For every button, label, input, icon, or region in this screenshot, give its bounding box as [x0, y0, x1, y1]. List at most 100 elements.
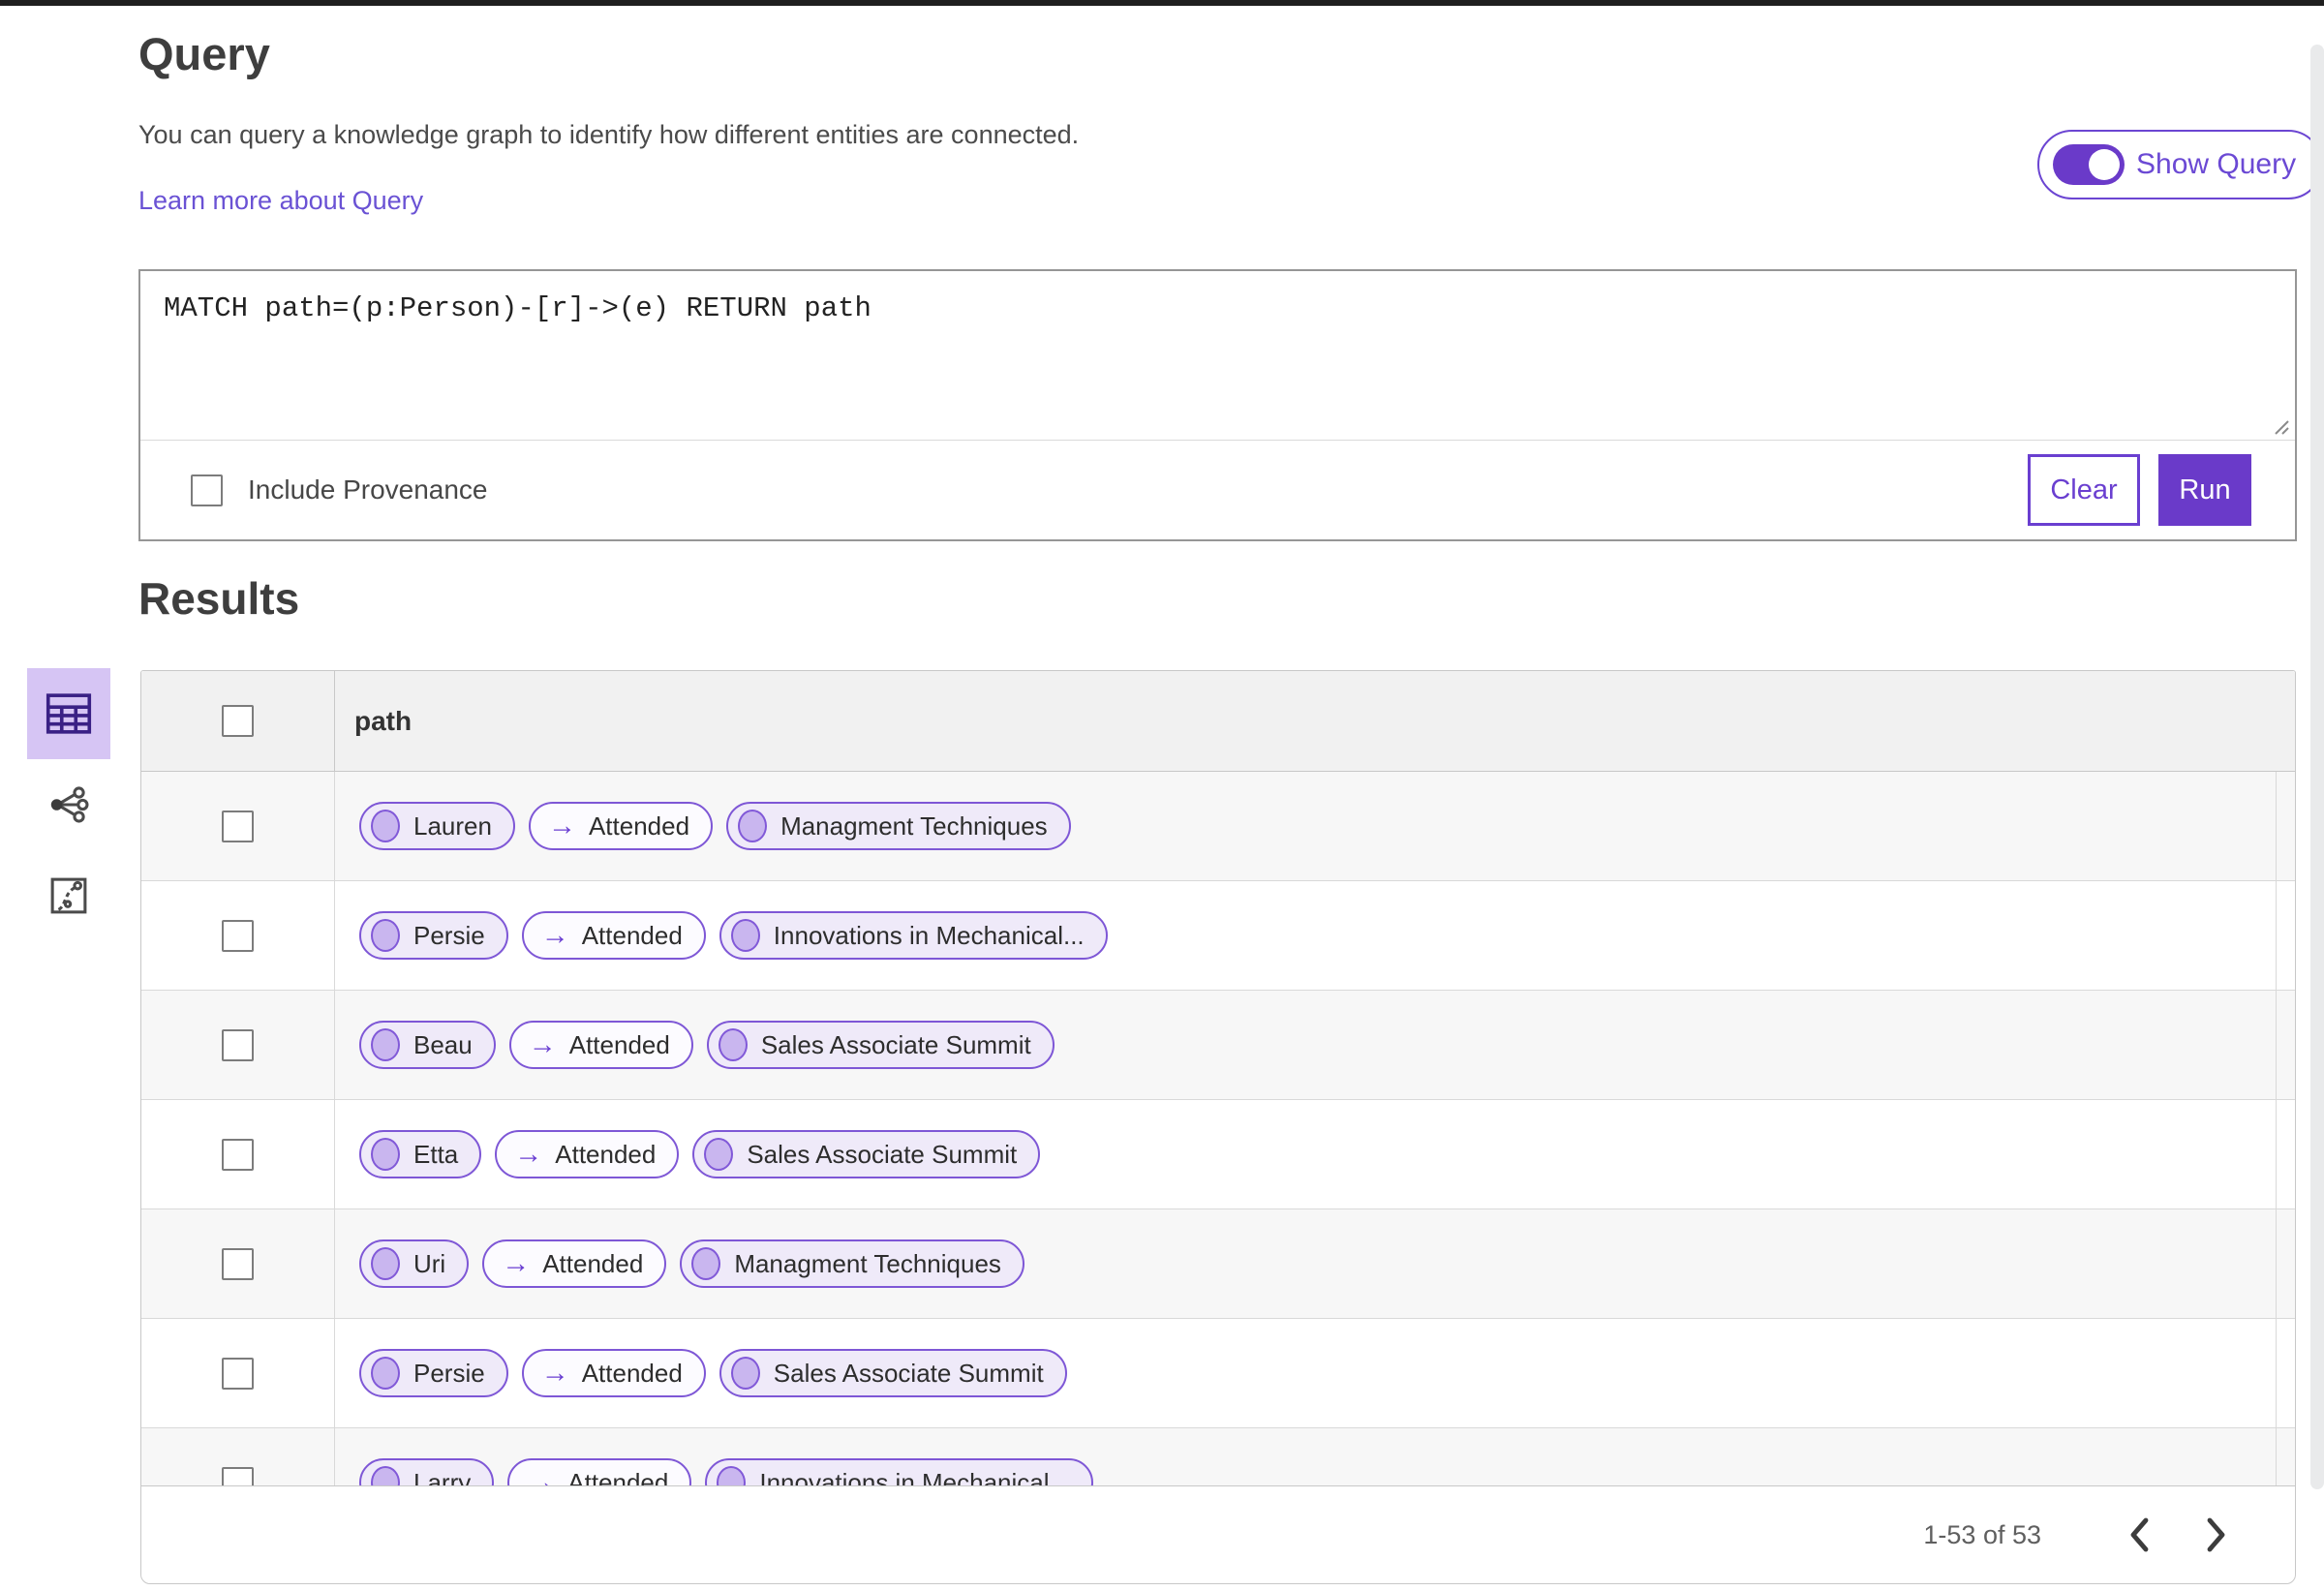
- entity-node-icon: [371, 1357, 400, 1390]
- relationship-pill[interactable]: → Attended: [507, 1458, 692, 1486]
- relationship-label: Attended: [588, 811, 690, 841]
- run-button[interactable]: Run: [2158, 454, 2251, 526]
- entity-pill[interactable]: Innovations in Mechanical...: [719, 911, 1108, 960]
- arrow-right-icon: →: [540, 1357, 569, 1389]
- resize-handle-icon[interactable]: [2267, 413, 2290, 436]
- select-all-checkbox[interactable]: [222, 705, 254, 737]
- entity-pill[interactable]: Beau: [359, 1021, 496, 1069]
- entity-node-icon: [371, 919, 400, 952]
- entity-node-icon: [730, 1357, 760, 1390]
- table-row: Beau → Attended Sales Associate Summit: [141, 991, 2295, 1100]
- relationship-pill[interactable]: → Attended: [521, 911, 706, 960]
- entity-label: Persie: [413, 920, 485, 950]
- entity-pill[interactable]: Innovations in Mechanical...: [705, 1458, 1094, 1486]
- show-query-label: Show Query: [2136, 148, 2297, 180]
- toggle-knob: [2089, 149, 2120, 180]
- chevron-right-icon: [2207, 1517, 2225, 1552]
- relationship-label: Attended: [567, 1467, 669, 1486]
- relationship-label: Attended: [542, 1248, 644, 1278]
- entity-node-icon: [371, 1028, 400, 1061]
- table-view-button[interactable]: [27, 668, 110, 759]
- show-query-toggle-button[interactable]: Show Query: [2037, 130, 2324, 199]
- entity-node-icon: [371, 1466, 400, 1485]
- entity-pill[interactable]: Persie: [359, 911, 508, 960]
- entity-pill[interactable]: Sales Associate Summit: [692, 1130, 1041, 1178]
- relationship-pill[interactable]: → Attended: [528, 802, 714, 850]
- relationship-label: Attended: [555, 1139, 657, 1169]
- relationship-pill[interactable]: → Attended: [482, 1239, 667, 1288]
- entity-label: Innovations in Mechanical...: [759, 1467, 1071, 1486]
- entity-label: Uri: [413, 1248, 446, 1278]
- entity-label: Managment Techniques: [780, 811, 1048, 841]
- entity-pill[interactable]: Larry: [359, 1458, 495, 1486]
- pagination-range-label: 1-53 of 53: [1923, 1519, 2041, 1549]
- entity-node-icon: [371, 810, 400, 842]
- next-page-button[interactable]: [2194, 1513, 2239, 1557]
- entity-pill[interactable]: Lauren: [359, 802, 515, 850]
- relationship-pill[interactable]: → Attended: [508, 1021, 693, 1069]
- entity-label: Sales Associate Summit: [747, 1139, 1018, 1169]
- row-checkbox[interactable]: [222, 919, 254, 952]
- arrow-right-icon: →: [540, 919, 569, 951]
- arrow-right-icon: →: [547, 810, 576, 841]
- scrollbar-track[interactable]: [2310, 45, 2324, 1489]
- entity-node-icon: [718, 1028, 748, 1061]
- entity-pill[interactable]: Sales Associate Summit: [719, 1349, 1067, 1397]
- entity-label: Sales Associate Summit: [773, 1358, 1044, 1388]
- relationship-pill[interactable]: → Attended: [521, 1349, 706, 1397]
- toggle-on-icon[interactable]: [2053, 144, 2125, 185]
- table-row: Lauren → Attended Managment Techniques: [141, 772, 2295, 881]
- column-header-path: path: [354, 705, 413, 736]
- include-provenance-checkbox[interactable]: [191, 474, 223, 506]
- results-title: Results: [138, 573, 300, 624]
- entity-node-icon: [691, 1247, 721, 1280]
- entity-pill[interactable]: Etta: [359, 1130, 482, 1178]
- entity-pill[interactable]: Uri: [359, 1239, 470, 1288]
- relationship-label: Attended: [581, 1358, 683, 1388]
- table-header-row: path: [141, 671, 2295, 772]
- header-checkbox-cell: [141, 671, 335, 771]
- scroll-gutter-divider: [2276, 772, 2277, 1485]
- query-description: You can query a knowledge graph to ident…: [138, 120, 1080, 149]
- entity-pill[interactable]: Managment Techniques: [680, 1239, 1024, 1288]
- previous-page-button[interactable]: [2117, 1513, 2161, 1557]
- results-table: path Lauren → Attended Managment Techniqu…: [140, 670, 2296, 1584]
- entity-label: Managment Techniques: [734, 1248, 1001, 1278]
- link-chart-view-button[interactable]: [27, 759, 110, 850]
- entity-node-icon: [371, 1138, 400, 1171]
- table-row: Persie → Attended Innovations in Mechanic…: [141, 881, 2295, 991]
- row-checkbox[interactable]: [222, 1247, 254, 1280]
- row-checkbox[interactable]: [222, 810, 254, 842]
- entity-label: Lauren: [413, 811, 492, 841]
- page-title: Query: [138, 28, 270, 79]
- table-icon: [46, 693, 92, 734]
- chart-view-button[interactable]: [27, 850, 110, 941]
- clear-button[interactable]: Clear: [2028, 454, 2140, 526]
- entity-label: Innovations in Mechanical...: [773, 920, 1085, 950]
- row-checkbox[interactable]: [222, 1138, 254, 1171]
- arrow-right-icon: →: [502, 1247, 531, 1279]
- entity-node-icon: [730, 919, 760, 952]
- entity-pill[interactable]: Managment Techniques: [726, 802, 1071, 850]
- pagination-bar: 1-53 of 53: [141, 1485, 2295, 1583]
- arrow-right-icon: →: [528, 1028, 557, 1060]
- entity-node-icon: [704, 1138, 734, 1171]
- row-checkbox[interactable]: [222, 1028, 254, 1061]
- table-row: Larry → Attended Innovations in Mechanica…: [141, 1428, 2295, 1485]
- row-checkbox[interactable]: [222, 1466, 254, 1485]
- entity-pill[interactable]: Sales Associate Summit: [706, 1021, 1055, 1069]
- learn-more-link[interactable]: Learn more about Query: [138, 186, 423, 216]
- relationship-pill[interactable]: → Attended: [495, 1130, 680, 1178]
- table-row: Persie → Attended Sales Associate Summit: [141, 1319, 2295, 1428]
- relationship-label: Attended: [568, 1029, 670, 1059]
- chevron-left-icon: [2130, 1517, 2149, 1552]
- line-chart-icon: [50, 877, 87, 914]
- entity-label: Larry: [413, 1467, 472, 1486]
- entity-node-icon: [717, 1466, 747, 1485]
- table-body: Lauren → Attended Managment Techniques Pe…: [141, 772, 2295, 1485]
- row-checkbox[interactable]: [222, 1357, 254, 1390]
- entity-pill[interactable]: Persie: [359, 1349, 508, 1397]
- relationship-label: Attended: [581, 920, 683, 950]
- results-view-switcher: [27, 668, 110, 941]
- query-input[interactable]: MATCH path=(p:Person)-[r]->(e) RETURN pa…: [140, 271, 2295, 438]
